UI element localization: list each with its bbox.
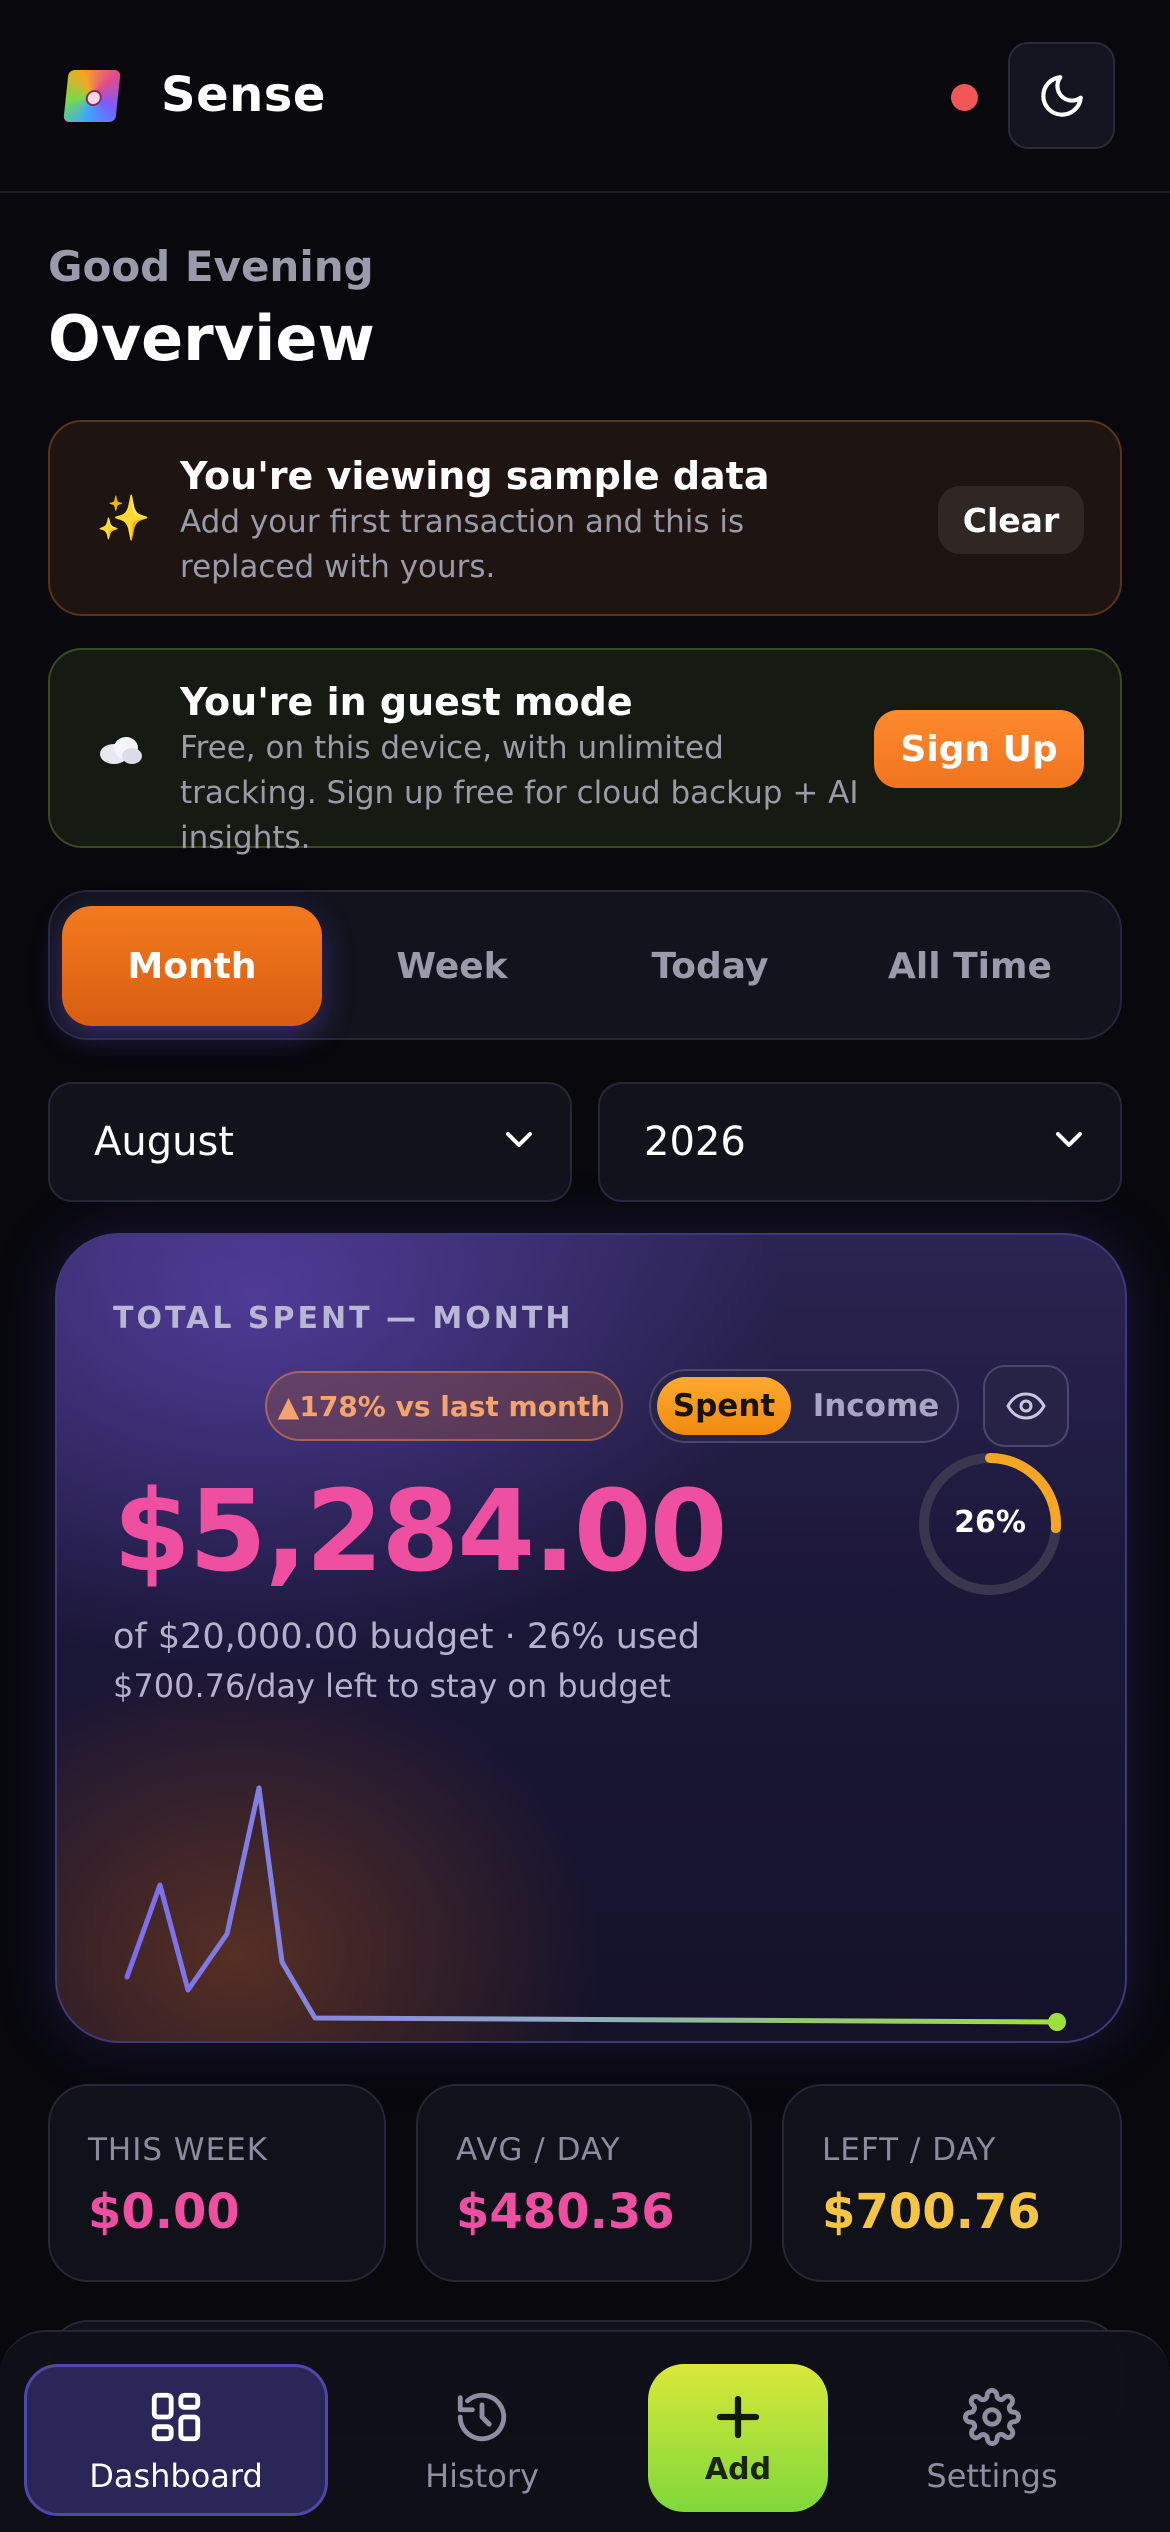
month-delta-badge: ▲178% vs last month <box>265 1371 623 1441</box>
history-icon <box>457 2392 507 2442</box>
eye-icon <box>1006 1392 1046 1420</box>
total-spent-label: TOTAL SPENT — MONTH <box>113 1301 574 1336</box>
stat-label: AVG / DAY <box>456 2132 621 2168</box>
dashboard-icon <box>151 2392 201 2442</box>
stat-card-left-day: LEFT / DAY $700.76 <box>782 2084 1122 2282</box>
nav-settings-label: Settings <box>926 2457 1058 2495</box>
year-select-value: 2026 <box>644 1119 746 1165</box>
month-select-value: August <box>94 1119 234 1165</box>
stat-label: LEFT / DAY <box>822 2132 997 2168</box>
sample-data-banner: ✨ You're viewing sample data Add your fi… <box>48 420 1122 616</box>
total-spent-amount: $5,284.00 <box>113 1467 728 1597</box>
cloud-icon <box>96 728 144 779</box>
sparkline-endpoint <box>1048 2013 1066 2031</box>
greeting: Good Evening <box>48 242 374 291</box>
moon-icon <box>1040 74 1083 117</box>
per-day-left-summary: $700.76/day left to stay on budget <box>113 1667 671 1705</box>
gear-icon <box>963 2388 1021 2446</box>
stat-value: $480.36 <box>456 2184 675 2240</box>
status-dot-icon <box>951 84 978 111</box>
clear-sample-button[interactable]: Clear <box>938 486 1084 554</box>
budget-summary: of $20,000.00 budget · 26% used <box>113 1617 700 1657</box>
app-header: Sense <box>0 0 1170 193</box>
stat-label: THIS WEEK <box>88 2132 269 2168</box>
nav-settings[interactable]: Settings <box>840 2364 1144 2516</box>
guest-mode-banner: You're in guest mode Free, on this devic… <box>48 648 1122 856</box>
period-week-tab[interactable]: Week <box>322 906 582 1026</box>
app-logo-icon <box>63 70 121 122</box>
sample-banner-text: Add your first transaction and this is r… <box>180 504 745 585</box>
stat-card-this-week: THIS WEEK $0.00 <box>48 2084 386 2282</box>
nav-dashboard[interactable]: Dashboard <box>24 2364 328 2516</box>
nav-history-label: History <box>425 2457 539 2495</box>
income-option[interactable]: Income <box>801 1377 951 1435</box>
nav-dashboard-label: Dashboard <box>89 2457 263 2495</box>
spent-income-toggle[interactable]: Spent Income <box>649 1369 959 1443</box>
stat-value: $700.76 <box>822 2184 1041 2240</box>
sparkles-icon: ✨ <box>96 493 151 544</box>
sparkline-path <box>124 1785 1060 2025</box>
spent-option[interactable]: Spent <box>657 1377 791 1435</box>
total-spent-card: TOTAL SPENT — MONTH ▲178% vs last month … <box>55 1233 1127 2043</box>
guest-banner-title: You're in guest mode <box>180 680 633 724</box>
hide-amount-button[interactable] <box>983 1365 1069 1447</box>
stat-card-avg-day: AVG / DAY $480.36 <box>416 2084 752 2282</box>
nav-history[interactable]: History <box>330 2364 634 2516</box>
period-all-time-tab[interactable]: All Time <box>840 906 1100 1026</box>
theme-toggle-button[interactable] <box>1008 42 1115 149</box>
page-title: Overview <box>48 302 375 375</box>
plus-icon <box>716 2395 760 2438</box>
period-month-tab[interactable]: Month <box>62 906 322 1026</box>
bottom-navigation: Dashboard History Add Settings <box>0 2330 1170 2532</box>
stat-value: $0.00 <box>88 2184 240 2240</box>
nav-add-button[interactable]: Add <box>648 2364 828 2512</box>
period-selector: Month Week Today All Time <box>48 890 1122 1040</box>
guest-banner-text: Free, on this device, with unlimited tra… <box>180 730 859 856</box>
chevron-down-icon <box>1056 1132 1082 1147</box>
month-select[interactable]: August <box>48 1082 572 1202</box>
app-name: Sense <box>161 67 326 123</box>
spending-sparkline <box>124 1785 1066 2031</box>
budget-percent-label: 26% <box>954 1505 1026 1540</box>
year-select[interactable]: 2026 <box>598 1082 1122 1202</box>
sample-banner-title: You're viewing sample data <box>180 454 770 498</box>
period-today-tab[interactable]: Today <box>580 906 840 1026</box>
nav-add-label: Add <box>704 2451 772 2487</box>
chevron-down-icon <box>506 1132 532 1147</box>
sign-up-button[interactable]: Sign Up <box>874 710 1084 788</box>
